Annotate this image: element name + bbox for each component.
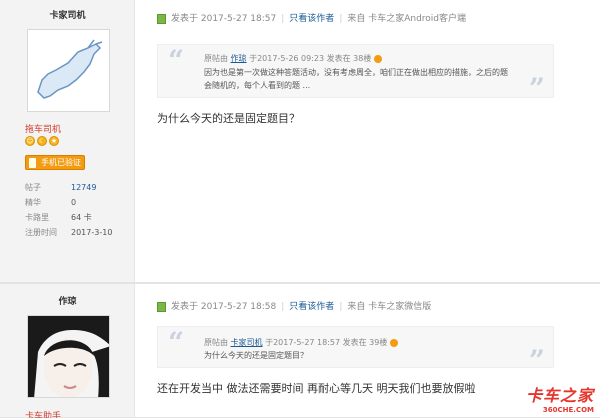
quote-line: 因为也是第一次做这种答题活动，没有考虑周全，咱们正在做出相应的措施，之后的题 (204, 68, 508, 77)
quote-block: “ ” 原帖由 作琼 于2017-5-26 09:23 发表在 38楼 因为也是… (157, 44, 554, 103)
quote-line: 为什么今天的还是固定题目？ (204, 351, 308, 360)
quote-body: 为什么今天的还是固定题目？ (204, 349, 308, 362)
stat-value: 2017-3-10 (71, 228, 113, 237)
username[interactable]: 卡家司机 (0, 8, 135, 21)
stat-register-date: 注册时间 2017-3-10 (25, 225, 130, 240)
quote-header: 原帖由 作琼 于2017-5-26 09:23 发表在 38楼 (204, 53, 382, 64)
watermark: 卡车之家 360CHE.COM (526, 382, 594, 414)
user-sidebar: 作琼 卡车助手 (0, 284, 135, 418)
avatar[interactable] (27, 315, 110, 398)
user-stats: 帖子 12749 精华 0 卡路里 64 卡 注册时间 2017-3-10 (25, 180, 130, 240)
quote-body: 因为也是第一次做这种答题活动，没有考虑周全，咱们正在做出相应的措施，之后的题 会… (204, 66, 508, 92)
post-source: 来自 卡车之家Android客户端 (347, 14, 467, 24)
post-time: 发表于 2017-5-27 18:57 (171, 14, 277, 24)
avatar-photo (28, 316, 109, 397)
open-quote-icon: “ (168, 326, 185, 359)
jump-to-post-icon[interactable] (373, 54, 382, 63)
stat-value: 64 卡 (71, 213, 92, 222)
phone-verified-badge: 手机已验证 (25, 155, 85, 170)
watermark-brand: 卡车之家 (525, 386, 594, 405)
bull-logo-icon (37, 39, 103, 99)
post-meta: 发表于 2017-5-27 18:57 | 只看该作者 | 来自 卡车之家And… (157, 12, 466, 26)
stat-posts: 帖子 12749 (25, 180, 130, 195)
post-source: 来自 卡车之家微信版 (347, 302, 432, 312)
user-rank: 卡车助手 (25, 412, 62, 418)
quote-prefix: 原帖由 (204, 338, 228, 347)
quote-header: 原帖由 卡家司机 于2017-5-27 18:57 发表在 39楼 (204, 337, 398, 348)
stat-label: 卡路里 (25, 213, 49, 222)
quote-author-link[interactable]: 卡家司机 (231, 338, 263, 347)
divider: | (281, 302, 285, 312)
divider: | (281, 14, 285, 24)
post-1: 卡家司机 拖车司机 ☺ ☾ ★ 手机已验证 帖子 12749 精华 0 卡路里 64 … (0, 0, 600, 283)
quote-prefix: 原帖由 (204, 54, 228, 63)
phone-icon (29, 158, 36, 168)
post-time: 发表于 2017-5-27 18:58 (171, 302, 277, 312)
stat-digest: 精华 0 (25, 195, 130, 210)
watermark-url: 360CHE.COM (542, 406, 594, 414)
user-rank: 拖车司机 (25, 125, 62, 135)
post-2: 作琼 卡车助手 发表于 2017-5-27 18:58 | 只看该作者 | 来自… (0, 283, 600, 418)
medal-icons: ☺ ☾ ★ (25, 136, 59, 146)
quote-info: 于2017-5-26 09:23 发表在 38楼 (249, 54, 372, 63)
quote-author-link[interactable]: 作琼 (231, 54, 247, 63)
quote-block: “ ” 原帖由 卡家司机 于2017-5-27 18:57 发表在 39楼 为什… (157, 326, 554, 375)
avatar[interactable] (27, 29, 110, 112)
close-quote-icon: ” (528, 72, 545, 105)
stat-value: 0 (71, 198, 77, 207)
post-meta: 发表于 2017-5-27 18:58 | 只看该作者 | 来自 卡车之家微信版 (157, 300, 431, 314)
open-quote-icon: “ (168, 44, 185, 77)
close-quote-icon: ” (528, 344, 545, 377)
stat-label: 帖子 (25, 183, 41, 192)
badge-label: 手机已验证 (41, 158, 81, 167)
stat-label: 精华 (25, 198, 41, 207)
divider: | (339, 302, 343, 312)
stat-label: 注册时间 (25, 228, 57, 237)
user-sidebar: 卡家司机 拖车司机 ☺ ☾ ★ 手机已验证 帖子 12749 精华 0 卡路里 64 … (0, 0, 135, 282)
jump-to-post-icon[interactable] (389, 338, 398, 347)
only-author-link[interactable]: 只看该作者 (289, 12, 334, 26)
only-author-link[interactable]: 只看该作者 (289, 300, 334, 314)
quote-info: 于2017-5-27 18:57 发表在 39楼 (265, 338, 388, 347)
moon-medal-icon: ☾ (37, 136, 47, 146)
stat-calories: 卡路里 64 卡 (25, 210, 130, 225)
post-content: 还在开发当中 做法还需要时间 再耐心等几天 明天我们也要放假啦 (157, 382, 476, 395)
username[interactable]: 作琼 (0, 294, 135, 307)
quote-line: 会随机的，每个人看到的题 ... (204, 81, 311, 90)
document-icon (157, 302, 166, 312)
divider: | (339, 14, 343, 24)
post-content: 为什么今天的还是固定题目？ (157, 112, 300, 125)
star-medal-icon: ★ (49, 136, 59, 146)
sun-medal-icon: ☺ (25, 136, 35, 146)
document-icon (157, 14, 166, 24)
stat-value[interactable]: 12749 (71, 180, 96, 195)
